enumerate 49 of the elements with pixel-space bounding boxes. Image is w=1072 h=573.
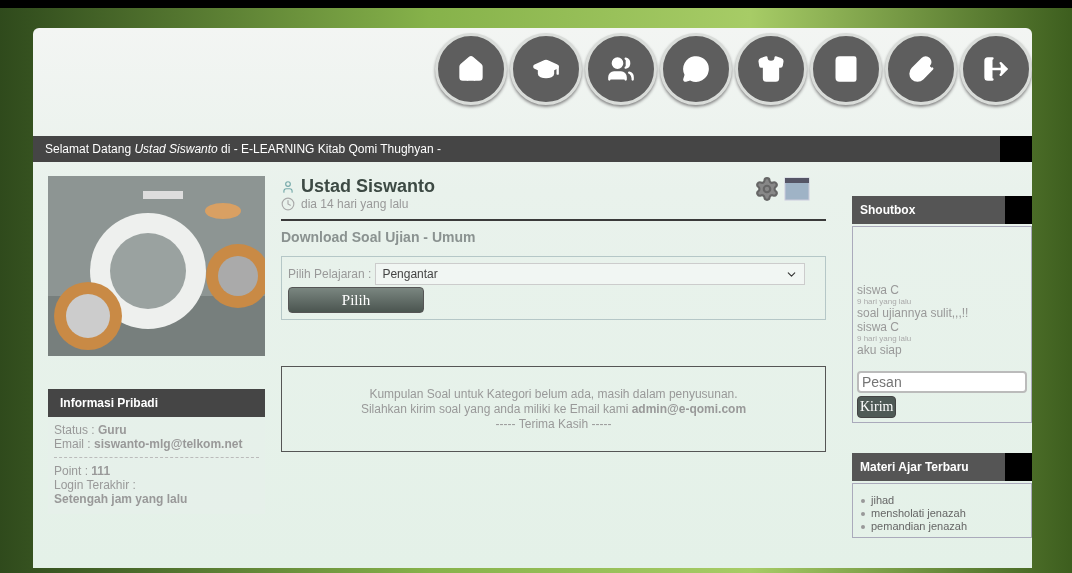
section-heading: Download Soal Ujian - Umum: [281, 219, 826, 245]
sender-name: siswa C: [857, 320, 900, 334]
panel-title: Informasi Pribadi: [48, 389, 265, 417]
material-link[interactable]: mensholati jenazah: [871, 507, 966, 520]
people-icon: [607, 55, 635, 83]
info-text: Status : Guru: [54, 423, 127, 437]
notice-text: ----- Terima Kasih -----: [495, 416, 612, 432]
message-text: aku siap: [857, 343, 903, 357]
message-input[interactable]: Pesan: [857, 371, 1027, 393]
nav-button[interactable]: [960, 33, 1032, 105]
author-name: Ustad Siswanto: [301, 176, 436, 197]
message-time: 9 hari yang lalu: [857, 334, 913, 343]
log-window-icon[interactable]: [784, 176, 810, 202]
material-link[interactable]: pemandian jenazah: [871, 520, 968, 533]
user-icon: [281, 179, 295, 194]
shirt-icon: [757, 55, 785, 83]
nav-button[interactable]: [660, 33, 732, 105]
nav-button[interactable]: [435, 33, 507, 105]
subject-dropdown[interactable]: Pengantar: [375, 263, 806, 285]
message-time: 9 hari yang lalu: [857, 297, 913, 306]
panel-title: Shoutbox: [852, 196, 1032, 224]
settings-icon[interactable]: [754, 176, 780, 202]
nav-button[interactable]: [735, 33, 807, 105]
field-label: Pilih Pelajaran :: [288, 267, 372, 281]
bullet-icon: [861, 498, 865, 503]
choose-button[interactable]: Pilih: [288, 287, 424, 313]
nav-button[interactable]: [810, 33, 882, 105]
nav-button[interactable]: [585, 33, 657, 105]
sender-name: siswa C: [857, 283, 900, 297]
material-link[interactable]: jihad: [871, 494, 895, 507]
panel-title: Materi Ajar Terbaru: [852, 453, 1032, 481]
speech-bubble-icon: [682, 55, 710, 83]
bullet-icon: [861, 524, 865, 529]
nav-button[interactable]: [510, 33, 582, 105]
welcome-bar: Selamat Datang Ustad Siswanto di - E-LEARNING Kitab Qomi Thughyan -: [33, 136, 1032, 162]
clock-icon: [281, 197, 295, 211]
bullet-icon: [861, 511, 865, 516]
info-text: Setengah jam yang lalu: [54, 492, 188, 506]
notice-text: Kumpulan Soal untuk Kategori belum ada, masih dalam penyusunan.: [369, 386, 738, 402]
info-text: Point : 111: [54, 464, 111, 478]
post-time: dia 14 hari yang lalu: [301, 197, 409, 211]
notice-text: Silahkan kirim soal yang anda miliki ke Email kami admin@e-qomi.com: [360, 401, 747, 417]
nav-button[interactable]: [885, 33, 957, 105]
message-text: soal ujiannya sulit,,,!!: [857, 306, 970, 320]
info-text: Email : siswanto-mlg@telkom.net: [54, 437, 243, 451]
logout-icon: [982, 55, 1010, 83]
send-button[interactable]: Kirim: [857, 396, 897, 418]
info-text: Login Terakhir :: [54, 478, 136, 492]
house-icon: [457, 55, 485, 83]
